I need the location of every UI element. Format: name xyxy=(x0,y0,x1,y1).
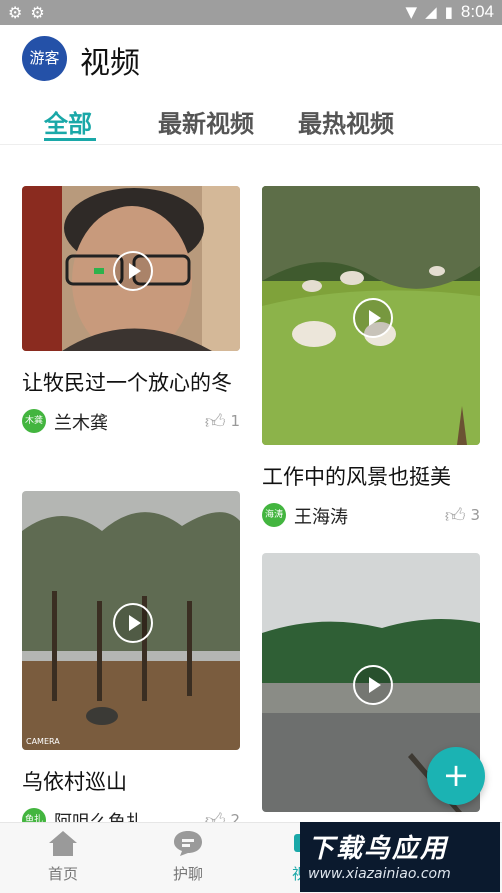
wifi-icon: ▼ xyxy=(405,3,418,21)
play-icon[interactable] xyxy=(353,664,393,705)
like-button[interactable]: 👍︎ 2 xyxy=(205,808,240,822)
tab-all[interactable]: 全部 xyxy=(44,104,92,139)
watermark-url: www.xiazainiao.com xyxy=(308,866,451,882)
add-video-button[interactable]: + xyxy=(427,747,485,805)
status-time: 8:04 xyxy=(460,2,494,21)
video-card[interactable]: CAMERA 乌依村巡山 鱼扎 阿咀么鱼扎 👍︎ 2 xyxy=(22,491,240,822)
user-avatar[interactable]: 游客 xyxy=(22,36,67,81)
nav-home-label: 首页 xyxy=(47,865,78,883)
like-count: 3 xyxy=(470,506,480,524)
watermark-main: 下载鸟应用 xyxy=(308,834,449,864)
thumbs-up-icon: 👍︎ xyxy=(444,503,466,527)
tab-bar: 全部 最新视频 最热视频 xyxy=(0,98,502,145)
nav-chat[interactable]: 护聊 xyxy=(143,829,233,884)
chat-icon xyxy=(174,831,202,856)
video-thumbnail[interactable] xyxy=(22,186,240,351)
thumbs-up-icon: 👍︎ xyxy=(204,808,226,822)
app-header: 游客 视频 xyxy=(0,25,502,95)
like-count: 1 xyxy=(230,412,240,430)
like-button[interactable]: 👍︎ 1 xyxy=(205,409,240,434)
page-title: 视频 xyxy=(80,46,140,81)
video-title[interactable]: 工作中的风景也挺美 xyxy=(262,461,480,493)
thumbnail-caption: CAMERA xyxy=(26,737,60,746)
tab-latest[interactable]: 最新视频 xyxy=(158,104,254,139)
watermark: 下载鸟应用 www.xiazainiao.com xyxy=(300,822,500,892)
home-icon xyxy=(49,831,77,856)
play-icon[interactable] xyxy=(113,250,153,291)
status-bar: ⚙⚙ ▼ ◢ ▮ 8:04 xyxy=(0,0,502,25)
tab-hottest[interactable]: 最热视频 xyxy=(298,104,394,139)
video-card[interactable]: 工作中的风景也挺美 海涛 王海涛 👍︎ 3 xyxy=(262,186,480,531)
nav-home[interactable]: 首页 xyxy=(18,829,108,884)
author-avatar[interactable]: 鱼扎 xyxy=(22,808,46,822)
battery-icon: ▮ xyxy=(444,3,453,21)
play-icon[interactable] xyxy=(113,602,153,643)
active-tab-indicator xyxy=(44,138,96,141)
author-name[interactable]: 兰木龚 xyxy=(54,409,108,435)
video-title[interactable]: 让牧民过一个放心的冬 xyxy=(22,367,240,399)
like-count: 2 xyxy=(230,811,240,822)
notification-icons: ⚙⚙ xyxy=(8,3,53,22)
author-avatar[interactable]: 海涛 xyxy=(262,503,286,527)
signal-icon: ◢ xyxy=(425,3,437,21)
video-thumbnail[interactable] xyxy=(262,186,480,445)
video-card[interactable]: 让牧民过一个放心的冬 木龚 兰木龚 👍︎ 1 xyxy=(22,186,240,437)
author-avatar[interactable]: 木龚 xyxy=(22,409,46,433)
thumbs-up-icon: 👍︎ xyxy=(204,409,226,433)
author-name[interactable]: 王海涛 xyxy=(294,503,348,529)
author-name[interactable]: 阿咀么鱼扎 xyxy=(54,808,144,822)
like-button[interactable]: 👍︎ 3 xyxy=(445,503,480,528)
video-thumbnail[interactable]: CAMERA xyxy=(22,491,240,750)
nav-chat-label: 护聊 xyxy=(172,865,203,883)
play-icon[interactable] xyxy=(353,297,393,338)
video-feed[interactable]: 让牧民过一个放心的冬 木龚 兰木龚 👍︎ 1 工作中的风景也挺美 海涛 王海涛 … xyxy=(0,145,502,822)
video-title[interactable]: 乌依村巡山 xyxy=(22,766,240,798)
